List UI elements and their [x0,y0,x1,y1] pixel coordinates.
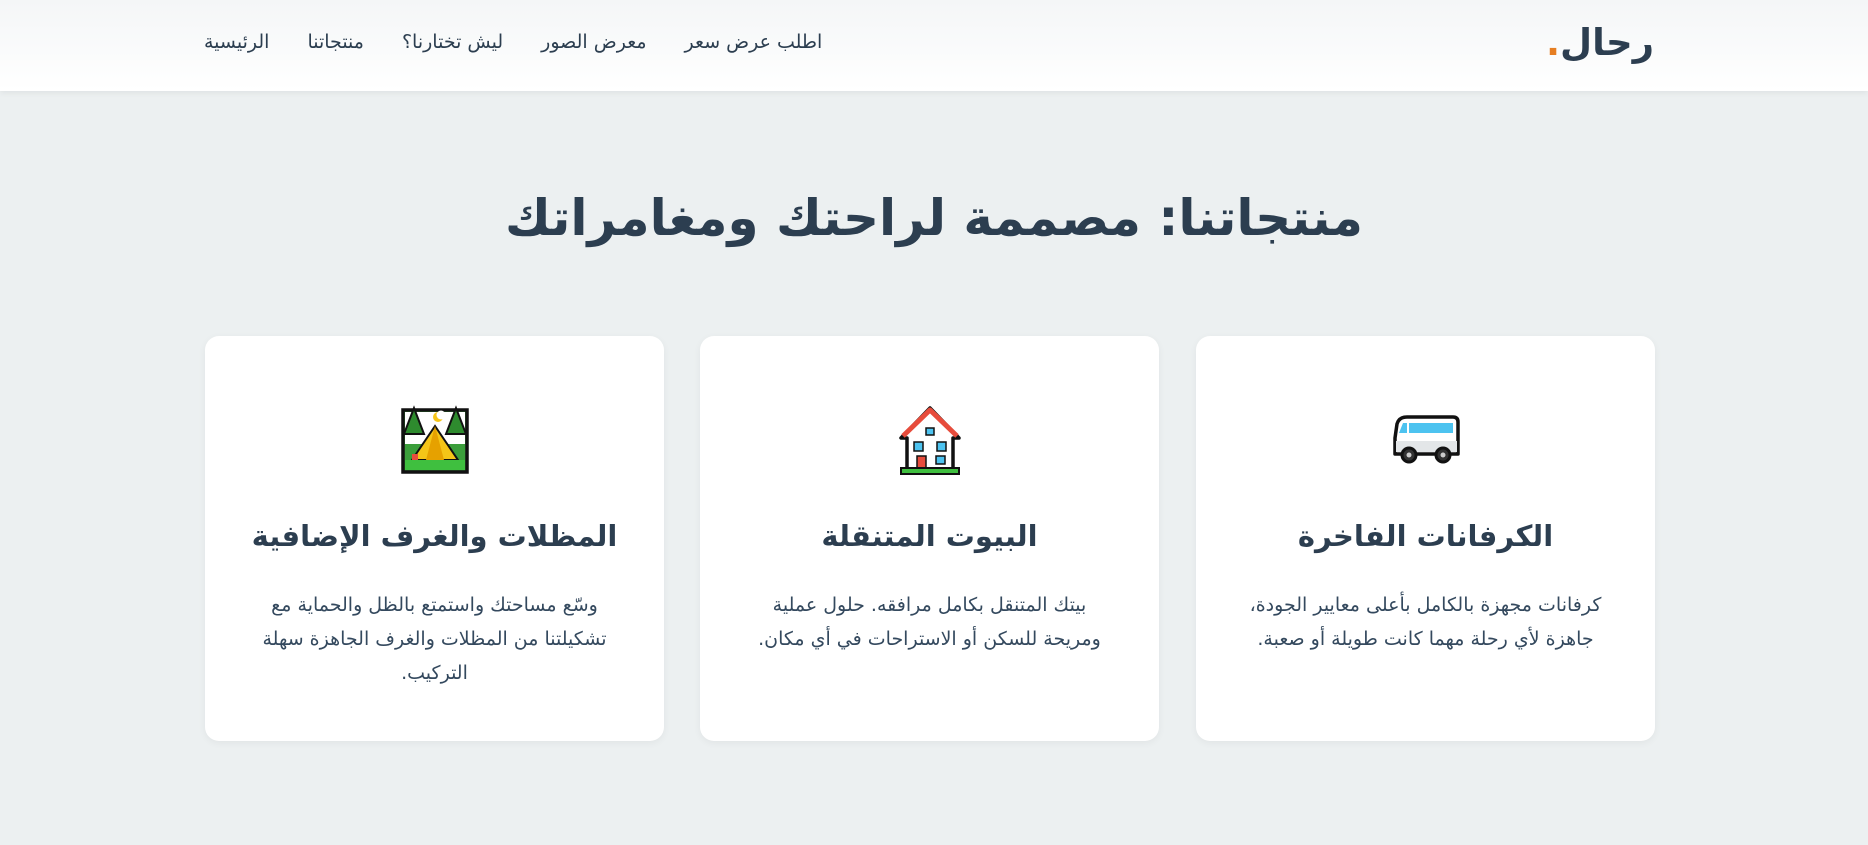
card-title: البيوت المتنقلة [821,519,1038,553]
brand-dot: . [1545,21,1561,64]
card-description: كرفانات مجهزة بالكامل بأعلى معايير الجود… [1249,594,1602,650]
card-title: المظلات والغرف الإضافية [251,519,618,553]
card-title: الكرفانات الفاخرة [1297,519,1554,553]
product-card-mobile-homes: البيوت المتنقلة بيتك المتنقل بكامل مرافق… [700,336,1159,741]
navbar: رحال. الرئيسية منتجاتنا ليش تختارنا؟ معر… [0,0,1868,91]
product-card-tents-rooms: المظلات والغرف الإضافية وسّع مساحتك واست… [205,336,664,741]
nav-link-request-quote[interactable]: اطلب عرض سعر [685,28,823,56]
house-icon [700,402,1159,478]
nav-link-home[interactable]: الرئيسية [204,28,269,56]
caravan-icon [1196,402,1655,478]
nav-link-gallery[interactable]: معرض الصور [541,28,646,56]
product-card-caravans: الكرفانات الفاخرة كرفانات مجهزة بالكامل … [1196,336,1655,741]
main-nav: الرئيسية منتجاتنا ليش تختارنا؟ معرض الصو… [204,28,822,56]
card-description: وسّع مساحتك واستمتع بالظل والحماية مع تش… [262,594,607,684]
nav-link-why-us[interactable]: ليش تختارنا؟ [402,28,503,56]
card-description: بيتك المتنقل بكامل مرافقه. حلول عملية وم… [758,594,1101,650]
brand-logo[interactable]: رحال. [1546,19,1654,67]
tent-icon [205,402,664,478]
nav-link-products[interactable]: منتجاتنا [307,28,364,56]
products-section-title: منتجاتنا: مصممة لراحتك ومغامراتك [505,189,1363,247]
brand-name: رحال [1560,21,1654,64]
